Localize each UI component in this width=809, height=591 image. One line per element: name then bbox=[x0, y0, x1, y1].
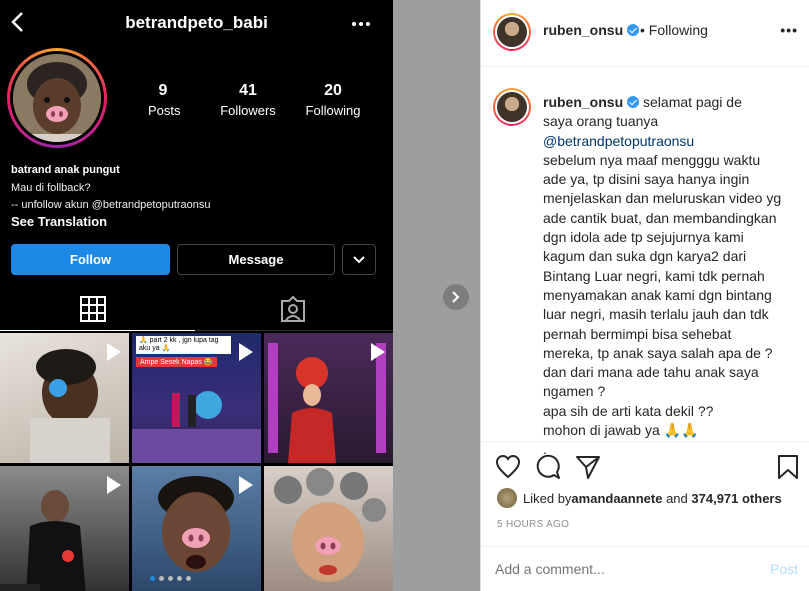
profile-username: betrandpeto_babi bbox=[125, 13, 268, 32]
caption-line: luar negri, masih terlalu jauh dan tdk bbox=[543, 306, 769, 323]
caption-mention-link[interactable]: @betrandpetoputraonsu bbox=[543, 132, 801, 151]
instagram-post-view: betrandpeto_babi 9 Posts 41 Followers 20… bbox=[0, 0, 809, 591]
carousel-dot bbox=[177, 576, 182, 581]
see-translation: See Translation bbox=[11, 214, 108, 229]
stat-followers: 41 Followers bbox=[220, 82, 276, 118]
chevron-down-icon bbox=[353, 255, 365, 263]
carousel-dot bbox=[159, 576, 164, 581]
post-timestamp[interactable]: 5 HOURS AGO bbox=[497, 519, 569, 530]
grid-icon bbox=[80, 296, 106, 322]
profile-message-button: Message bbox=[177, 244, 335, 275]
caption-author-avatar[interactable] bbox=[493, 88, 531, 126]
bio-line: Mau di follback? bbox=[11, 182, 91, 194]
grid-tile bbox=[264, 466, 393, 591]
carousel-dot bbox=[186, 576, 191, 581]
author-avatar[interactable] bbox=[493, 13, 531, 51]
post-header: ruben_onsu • Following ••• bbox=[481, 0, 809, 67]
post-sidebar: ruben_onsu • Following ••• ruben_onsu se… bbox=[480, 0, 809, 591]
comment-icon[interactable] bbox=[535, 454, 561, 480]
stat-following: 20 Following bbox=[305, 82, 361, 118]
profile-avatar bbox=[7, 48, 107, 148]
caption-line: apa sih de arti kata dekil ?? bbox=[543, 402, 714, 419]
tab-divider bbox=[195, 330, 393, 331]
author-username-text[interactable]: ruben_onsu bbox=[543, 22, 623, 38]
bio-line: -- unfollow akun @betrandpetoputraonsu bbox=[11, 199, 211, 211]
carousel-dot bbox=[168, 576, 173, 581]
play-icon bbox=[107, 476, 121, 494]
heart-icon[interactable] bbox=[495, 454, 521, 480]
caption-line-1: ruben_onsu selamat pagi de bbox=[543, 93, 801, 112]
profile-follow-button: Follow bbox=[11, 244, 170, 275]
post-actions bbox=[481, 441, 809, 491]
grid-tile bbox=[264, 333, 393, 463]
liker-avatar[interactable] bbox=[497, 488, 517, 508]
carousel-dots bbox=[150, 576, 191, 581]
verified-badge-icon bbox=[627, 96, 640, 108]
post-comment-button[interactable]: Post bbox=[770, 561, 798, 577]
more-options-icon bbox=[352, 22, 370, 26]
caption-line: menjelaskan dan meluruskan video yg bbox=[543, 190, 782, 207]
play-icon bbox=[107, 343, 121, 361]
caption-line: ngamen ? bbox=[543, 383, 606, 400]
post-image: betrandpeto_babi 9 Posts 41 Followers 20… bbox=[0, 0, 393, 591]
grid-tile bbox=[132, 466, 261, 591]
caption-line: dan dari mana ade tahu anak saya bbox=[543, 364, 759, 381]
profile-header: betrandpeto_babi bbox=[0, 0, 393, 46]
caption-line: saya orang tuanya bbox=[543, 113, 659, 130]
post-caption: ruben_onsu selamat pagi de saya orang tu… bbox=[543, 93, 801, 460]
comment-bar: Post bbox=[481, 546, 809, 591]
caption-text: selamat pagi de bbox=[639, 94, 742, 110]
avatar-face-icon bbox=[13, 54, 101, 142]
verified-badge-icon bbox=[627, 24, 640, 36]
caption-line: dgn idola ade tp sejujurnya kami bbox=[543, 229, 744, 246]
caption-line: mohon di jawab ya 🙏🙏 bbox=[543, 422, 699, 439]
play-icon bbox=[371, 343, 385, 361]
likes-connector: and bbox=[662, 490, 692, 506]
likes-prefix: Liked by bbox=[523, 490, 572, 506]
grid-tile bbox=[0, 466, 129, 591]
caption-line: ade cantik buat, dan membandingkan bbox=[543, 209, 777, 226]
bookmark-icon[interactable] bbox=[775, 454, 801, 480]
caption-line: pernah bermimpi bisa sehebat bbox=[543, 325, 732, 342]
following-status[interactable]: • Following bbox=[640, 22, 708, 38]
suggested-dropdown-button bbox=[342, 244, 376, 275]
share-icon[interactable] bbox=[575, 454, 601, 480]
caption-line: Bintang Luar negri, kami tdk pernah bbox=[543, 267, 765, 284]
stat-posts: 9 Posts bbox=[148, 82, 181, 118]
comment-input[interactable] bbox=[495, 561, 755, 577]
likes-count-link[interactable]: 374,971 others bbox=[691, 491, 781, 506]
caption-line: menyamakan anak kami dgn bintang bbox=[543, 286, 772, 303]
chevron-right-icon bbox=[452, 291, 460, 303]
author-username[interactable]: ruben_onsu bbox=[543, 22, 640, 38]
likes-summary: Liked by amandaannete and 374,971 others bbox=[497, 488, 782, 508]
tagged-icon bbox=[281, 296, 305, 322]
bio-name: batrand anak pungut bbox=[11, 164, 120, 176]
caption-line: kagum dan suka dgn karya2 dari bbox=[543, 248, 747, 265]
more-options-icon[interactable]: ••• bbox=[780, 22, 798, 38]
carousel-next-button[interactable] bbox=[443, 284, 469, 310]
caption-author[interactable]: ruben_onsu bbox=[543, 94, 623, 110]
caption-line: ade ya, tp disini saya hanya ingin bbox=[543, 171, 750, 188]
caption-line: sebelum nya maaf mengggu waktu bbox=[543, 151, 761, 168]
caption-line: mereka, tp anak saya salah apa de ? bbox=[543, 344, 773, 361]
carousel-dot bbox=[150, 576, 155, 581]
play-icon bbox=[239, 343, 253, 361]
liker-username[interactable]: amandaannete bbox=[571, 491, 662, 506]
grid-tile bbox=[0, 333, 129, 463]
play-icon bbox=[239, 476, 253, 494]
grid-tile: 🙏 part 2 kk , jgn lupa tag aku ya 🙏 Ampe… bbox=[132, 333, 261, 463]
tab-active-indicator bbox=[0, 330, 195, 331]
